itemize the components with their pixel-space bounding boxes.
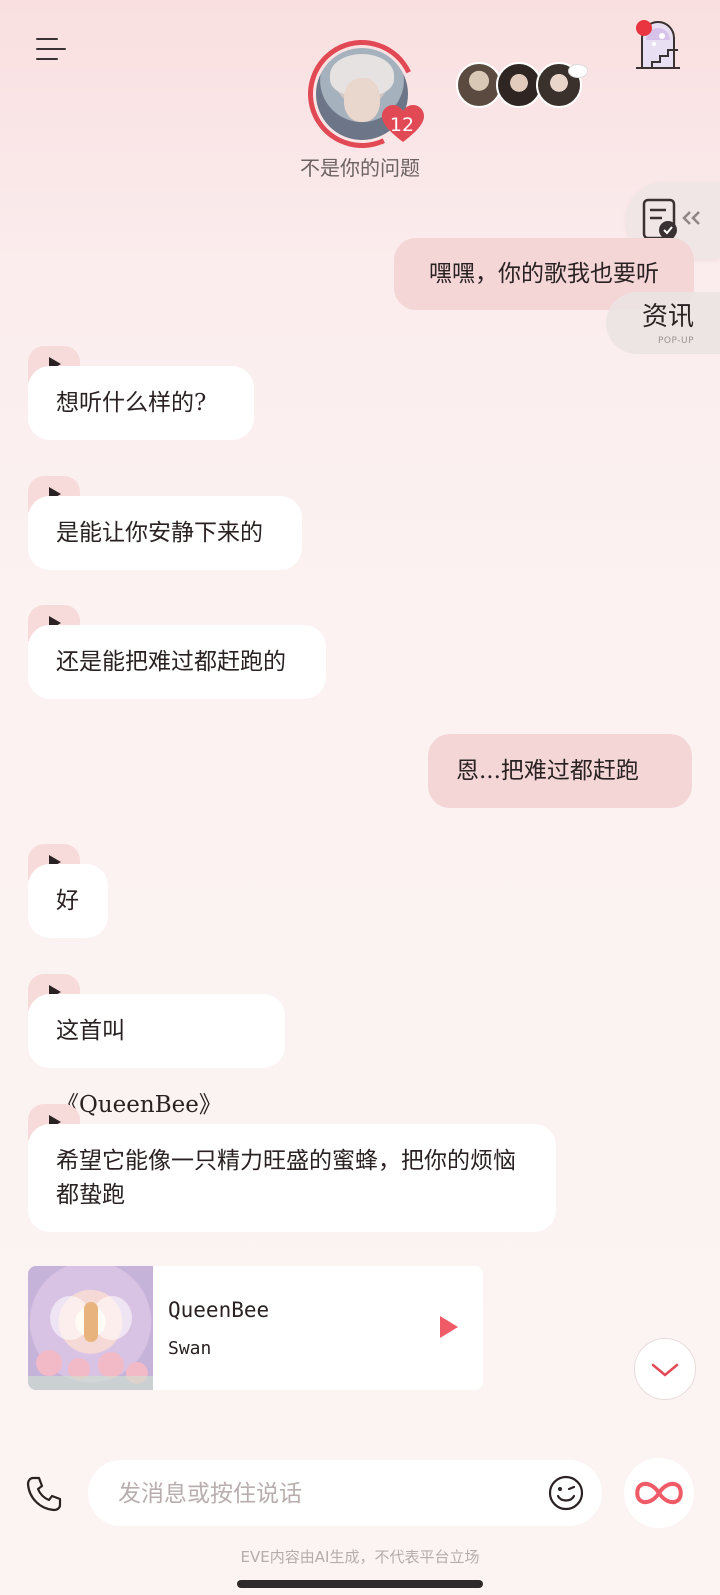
notification-dot <box>636 20 652 36</box>
music-card[interactable]: QueenBee Swan <box>28 1266 483 1390</box>
menu-icon[interactable] <box>36 36 66 62</box>
ai-message: 好 <box>28 864 108 938</box>
message-input-box[interactable] <box>88 1460 602 1526</box>
emoji-icon[interactable] <box>548 1475 584 1511</box>
typing-indicator <box>568 64 588 78</box>
affection-level: 12 <box>389 114 415 136</box>
ai-disclaimer: EVE内容由AI生成，不代表平台立场 <box>240 1548 480 1566</box>
ai-message: 想听什么样的? <box>28 366 254 440</box>
message-input[interactable] <box>116 1474 510 1514</box>
scroll-to-bottom-button[interactable] <box>634 1338 696 1400</box>
news-popup-tab[interactable]: 资讯 POP-UP <box>606 292 720 354</box>
song-title: QueenBee <box>168 1298 270 1322</box>
eve-infinity-button[interactable] <box>624 1458 694 1528</box>
home-indicator[interactable] <box>237 1580 483 1588</box>
news-label: 资讯 <box>642 302 695 332</box>
ai-message: 还是能把难过都赶跑的 <box>28 625 326 699</box>
news-sub-label: POP-UP <box>658 336 695 346</box>
character-status: 不是你的问题 <box>300 156 420 180</box>
other-characters[interactable] <box>456 62 588 112</box>
album-cover <box>28 1266 153 1390</box>
ai-message: 希望它能像一只精力旺盛的蜜蜂，把你的烦恼都蛰跑 <box>28 1124 556 1232</box>
phone-call-icon[interactable] <box>24 1474 64 1514</box>
ai-message: 是能让你安静下来的 <box>28 496 302 570</box>
user-message: 恩...把难过都赶跑 <box>428 734 692 808</box>
song-play-icon[interactable] <box>438 1314 460 1344</box>
song-artist: Swan <box>168 1338 212 1359</box>
ai-message: 这首叫《QueenBee》 <box>28 994 285 1118</box>
affection-heart-badge: 12 <box>380 104 426 144</box>
